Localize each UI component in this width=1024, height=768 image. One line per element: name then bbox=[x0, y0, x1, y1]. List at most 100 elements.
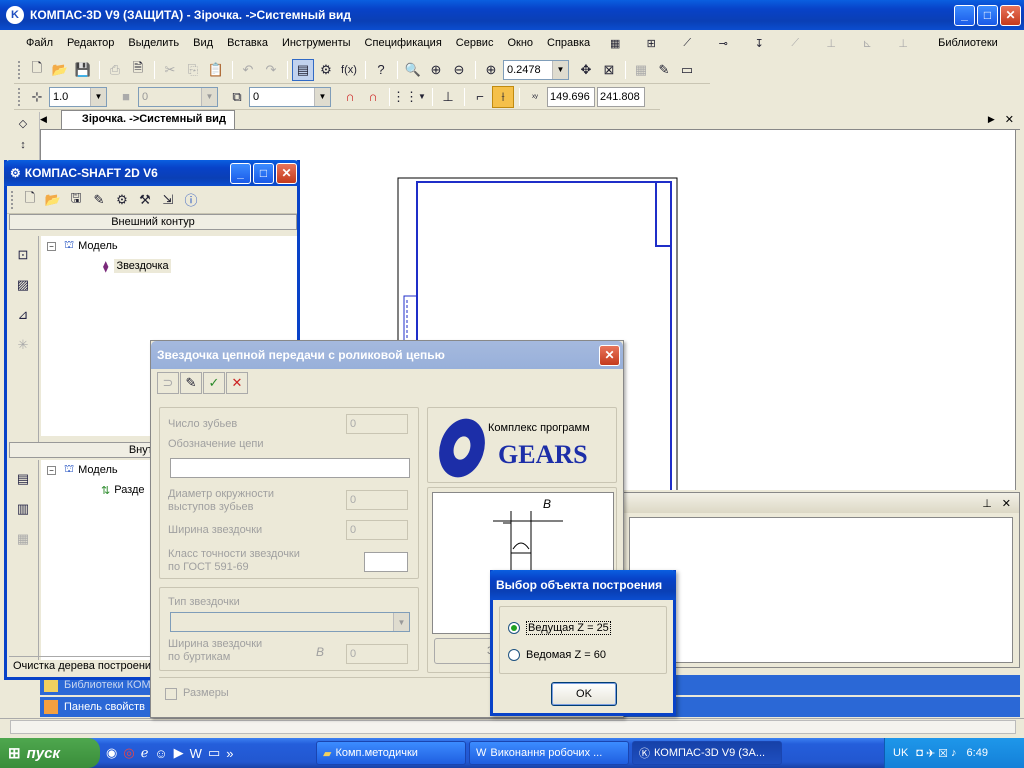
pan-icon[interactable]: ✥ bbox=[575, 59, 597, 81]
info-icon[interactable]: ⓘ bbox=[180, 189, 202, 211]
sprocket-close-button[interactable]: ✕ bbox=[599, 344, 620, 366]
task-kompas[interactable]: Ⓚ КОМПАС-3D V9 (ЗА... bbox=[632, 741, 782, 765]
diagonal-icon[interactable]: ⟋ bbox=[784, 32, 806, 54]
panel-close-icon[interactable]: ✕ bbox=[1002, 497, 1011, 510]
tray-icon[interactable]: ✈ bbox=[926, 747, 935, 760]
help-pointer-icon[interactable]: ? bbox=[370, 59, 392, 81]
edit-icon[interactable]: ✎ bbox=[180, 372, 202, 394]
shaft-minimize-button[interactable]: _ bbox=[230, 162, 251, 184]
media-icon[interactable]: ▶ bbox=[174, 745, 184, 761]
cylinder-tool-icon[interactable]: ⊡ bbox=[12, 244, 34, 266]
save-model-icon[interactable]: 🖫 bbox=[65, 189, 87, 211]
edit-model-icon[interactable]: ✎ bbox=[88, 189, 110, 211]
zoom-scale-icon[interactable]: ⊕ bbox=[480, 59, 502, 81]
new-file-icon[interactable]: 🗋 bbox=[26, 59, 48, 81]
dimensions-checkbox[interactable]: Размеры bbox=[165, 687, 229, 700]
calculate-icon[interactable]: ⚒ bbox=[134, 189, 156, 211]
coord-x-field[interactable]: 149.696 bbox=[547, 86, 595, 107]
export-icon[interactable]: ⇲ bbox=[157, 189, 179, 211]
function-icon[interactable]: f(x) bbox=[338, 59, 360, 81]
zoom-out-icon[interactable]: ⊖ bbox=[448, 59, 470, 81]
opera-icon[interactable]: ◎ bbox=[123, 745, 134, 761]
layer-combo[interactable]: 0 ▼ bbox=[249, 86, 331, 107]
perpendicular-icon[interactable]: ⊥ bbox=[820, 32, 842, 54]
style-combo[interactable]: 0 ▼ bbox=[138, 86, 218, 107]
shaft-close-button[interactable]: ✕ bbox=[276, 162, 297, 184]
outer-contour-header[interactable]: Внешний контур bbox=[9, 214, 297, 230]
back-icon[interactable]: ⊃ bbox=[157, 372, 179, 394]
ie-icon[interactable]: ℯ bbox=[141, 745, 149, 761]
magnet-settings-icon[interactable]: ∩ bbox=[362, 86, 384, 108]
chevron-down-icon[interactable]: ▼ bbox=[417, 86, 427, 108]
teeth-input[interactable]: 0 bbox=[346, 414, 408, 434]
variables-icon[interactable]: ⚙ bbox=[315, 59, 337, 81]
radio-driving[interactable]: Ведущая Z = 25 bbox=[508, 621, 611, 635]
snap-cursor-icon[interactable]: ⟊ bbox=[492, 85, 514, 108]
menu-specification[interactable]: Спецификация bbox=[365, 37, 442, 49]
rim-width-input[interactable]: 0 bbox=[346, 644, 408, 664]
ortho-icon[interactable]: ⌐ bbox=[469, 86, 491, 108]
minimize-button[interactable]: _ bbox=[954, 4, 975, 26]
zoom-in-icon[interactable]: ⊕ bbox=[425, 59, 447, 81]
bore-tool-icon[interactable]: ▤ bbox=[12, 468, 34, 490]
shaft-maximize-button[interactable]: □ bbox=[253, 162, 274, 184]
collapse-icon[interactable]: − bbox=[47, 241, 56, 251]
menu-file[interactable]: Файл bbox=[26, 37, 53, 49]
tree-item[interactable]: ⧫ Звездочка bbox=[41, 256, 297, 276]
inner-split-tool-icon[interactable]: ▦ bbox=[12, 528, 34, 550]
tab-document[interactable]: Зірочка. ->Системный вид bbox=[60, 110, 235, 129]
menu-tools[interactable]: Инструменты bbox=[282, 37, 351, 49]
zoom-all-icon[interactable]: ⊠ bbox=[598, 59, 620, 81]
tab-scroll-right-icon[interactable]: ▶ bbox=[988, 114, 995, 125]
save-icon[interactable]: 💾 bbox=[72, 59, 94, 81]
measure-icon[interactable]: ⊞ bbox=[640, 32, 662, 54]
desktop-icon[interactable]: ▭ bbox=[208, 745, 220, 761]
width-input[interactable]: 0 bbox=[346, 520, 408, 540]
close-button[interactable]: ✕ bbox=[1000, 4, 1021, 26]
vertical-line-icon[interactable]: ↧ bbox=[748, 32, 770, 54]
menu-help[interactable]: Справка bbox=[547, 37, 590, 49]
tab-scroll-left-icon[interactable]: ◀ bbox=[40, 114, 47, 125]
paste-icon[interactable]: 📋 bbox=[205, 59, 227, 81]
redo-icon[interactable]: ↷ bbox=[260, 59, 282, 81]
language-indicator[interactable]: UK bbox=[893, 747, 908, 759]
layers-icon[interactable]: ⧉ bbox=[226, 86, 248, 108]
angle-icon[interactable]: ⊾ bbox=[856, 32, 878, 54]
maximize-button[interactable]: □ bbox=[977, 4, 998, 26]
cancel-icon[interactable]: ✕ bbox=[226, 372, 248, 394]
task-folder[interactable]: ▰ Комп.методички bbox=[316, 741, 466, 765]
pin-icon[interactable]: ⊥ bbox=[982, 497, 992, 510]
libraries-menu[interactable]: Библиотеки bbox=[938, 37, 998, 49]
display-icon[interactable]: ▭ bbox=[676, 59, 698, 81]
dimensions-icon[interactable]: ↕ bbox=[12, 134, 34, 156]
segment-icon[interactable]: ⊸ bbox=[712, 32, 734, 54]
local-cs-icon[interactable]: ⊥ bbox=[437, 86, 459, 108]
menu-service[interactable]: Сервис bbox=[456, 37, 494, 49]
type-select[interactable]: ▼ bbox=[170, 612, 410, 632]
tray-icon[interactable]: ☒ bbox=[938, 747, 948, 760]
menu-view[interactable]: Вид bbox=[193, 37, 213, 49]
explorer-icon[interactable]: ◉ bbox=[106, 745, 117, 761]
scale-icon[interactable]: ⊹ bbox=[26, 86, 48, 108]
gear-settings-icon[interactable]: ⚙ bbox=[111, 189, 133, 211]
grid-icon[interactable]: ⋮⋮ bbox=[392, 86, 418, 108]
print-icon[interactable]: ⎙ bbox=[104, 59, 126, 81]
coord-y-field[interactable]: 241.808 bbox=[597, 86, 645, 107]
collapse-icon[interactable]: − bbox=[47, 465, 56, 475]
open-model-icon[interactable]: 📂 bbox=[42, 189, 64, 211]
print-preview-icon[interactable]: 🗎 bbox=[127, 59, 149, 81]
split-tool-icon[interactable]: ✳ bbox=[12, 334, 34, 356]
word-icon[interactable]: W bbox=[190, 746, 202, 761]
inner-thread-tool-icon[interactable]: ▥ bbox=[12, 498, 34, 520]
line-icon[interactable]: ⟋ bbox=[676, 32, 698, 54]
geometry-icon[interactable]: ◇ bbox=[12, 112, 34, 134]
cut-icon[interactable]: ✂ bbox=[159, 59, 181, 81]
chain-input[interactable] bbox=[170, 458, 410, 478]
chevron-right-icon[interactable]: » bbox=[226, 746, 233, 761]
copy-icon[interactable]: ⎘ bbox=[182, 59, 204, 81]
new-model-icon[interactable]: 🗋 bbox=[19, 189, 41, 211]
open-folder-icon[interactable]: 📂 bbox=[49, 59, 71, 81]
thread-tool-icon[interactable]: ▨ bbox=[12, 274, 34, 296]
zoom-window-icon[interactable]: 🔍 bbox=[402, 59, 424, 81]
horizontal-scrollbar[interactable] bbox=[10, 720, 1016, 734]
